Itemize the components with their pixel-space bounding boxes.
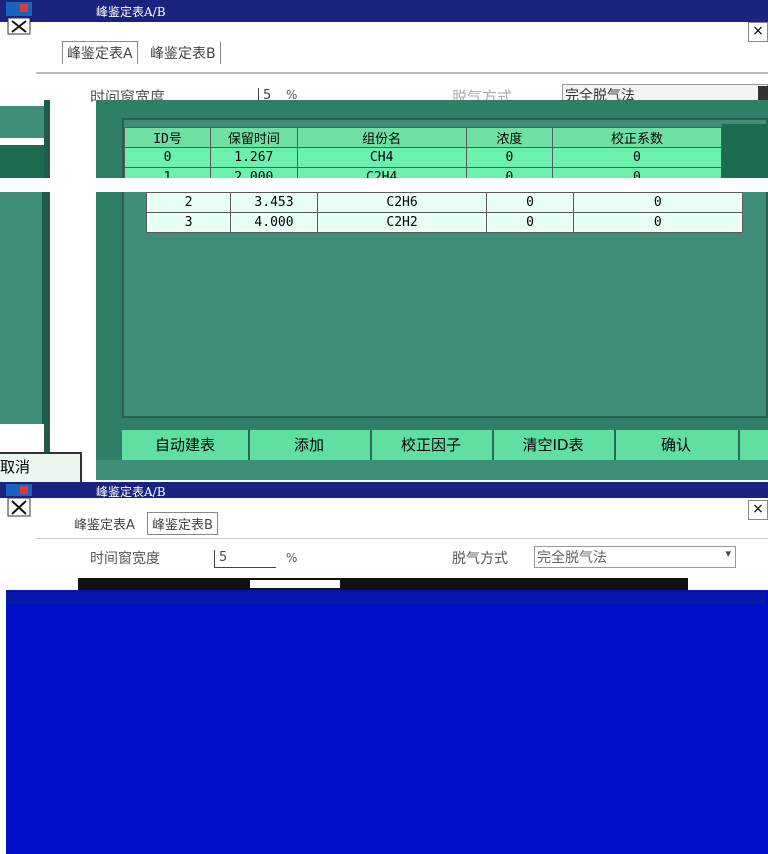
cell-time: 3.453: [230, 192, 318, 213]
render-artifact-strip: [250, 580, 340, 588]
chevron-down-icon[interactable]: ▾: [725, 547, 731, 560]
close-icon[interactable]: ×: [748, 500, 768, 520]
col-header-coef[interactable]: 校正系数: [551, 127, 723, 148]
clear-id-table-button[interactable]: 清空ID表: [492, 430, 616, 460]
col-header-id[interactable]: ID号: [123, 127, 212, 148]
cell-id: 0: [123, 147, 212, 168]
auto-build-button[interactable]: 自动建表: [122, 430, 250, 460]
tab-peak-table-b[interactable]: 峰鉴定表B: [146, 42, 221, 64]
time-window-unit: %: [286, 551, 298, 565]
cell-coef: 0: [572, 192, 744, 213]
blue-overlay: [6, 590, 768, 854]
tab-bar: 峰鉴定表A 峰鉴定表B: [62, 41, 225, 64]
degas-label: 脱气方式: [452, 551, 508, 567]
cell-time: 4.000: [230, 212, 318, 233]
tab-peak-table-b[interactable]: 峰鉴定表B: [147, 512, 218, 535]
col-header-time[interactable]: 保留时间: [210, 127, 298, 148]
cell-conc: 0: [486, 212, 574, 233]
overlay-row-band: [6, 592, 766, 604]
cell-id: 2: [145, 192, 232, 213]
title-bar-2: 峰鉴定表A/B: [0, 482, 768, 499]
col-header-conc[interactable]: 浓度: [465, 127, 553, 148]
time-window-input[interactable]: 5: [214, 550, 276, 568]
cancel-button-label: 取消: [0, 458, 31, 476]
grid-footer: [96, 460, 768, 480]
peak-table-lower: 2 3.453 C2H6 0 0 3 4.000 C2H2 0 0: [145, 192, 744, 233]
window-title-2: 峰鉴定表A/B: [96, 485, 166, 499]
left-panel-mid: [0, 145, 44, 179]
tab-peak-table-a[interactable]: 峰鉴定表A: [62, 41, 138, 64]
render-artifact-strip: [78, 578, 688, 590]
left-panel-top: [0, 106, 44, 138]
cell-id: 3: [145, 212, 232, 233]
col-header-name[interactable]: 组份名: [296, 127, 467, 148]
close-icon[interactable]: ×: [748, 22, 768, 42]
tab-peak-table-a[interactable]: 峰鉴定表A: [70, 513, 139, 534]
app-icon: [6, 2, 32, 35]
cell-time: 1.267: [210, 147, 298, 168]
tab-bar-2: 峰鉴定表A 峰鉴定表B: [70, 512, 222, 535]
app-icon-2: [6, 484, 32, 517]
degas-select-value: 完全脱气法: [537, 550, 607, 566]
table-row[interactable]: 2 3.453 C2H6 0 0: [145, 192, 744, 213]
calibrate-button[interactable]: 校正因子: [370, 430, 494, 460]
table-row[interactable]: 0 1.267 CH4 0 0: [123, 147, 723, 168]
title-bar: 峰鉴定表A/B: [0, 0, 768, 22]
cell-coef: 0: [572, 212, 744, 233]
window-title: 峰鉴定表A/B: [96, 5, 166, 19]
table-row[interactable]: 3 4.000 C2H2 0 0: [145, 212, 744, 233]
add-button[interactable]: 添加: [248, 430, 372, 460]
cell-name: C2H2: [316, 212, 488, 233]
cancel-button[interactable]: 取消: [0, 452, 82, 482]
time-window-label: 时间窗宽度: [90, 551, 160, 567]
cell-conc: 0: [486, 192, 574, 213]
cell-name: CH4: [296, 147, 467, 168]
divider: [36, 538, 768, 539]
render-artifact-band: [0, 178, 768, 192]
cell-conc: 0: [465, 147, 553, 168]
degas-select[interactable]: 完全脱气法 ▾: [534, 546, 736, 568]
grid-scroll-area[interactable]: [722, 124, 768, 178]
left-border: [44, 100, 50, 480]
button-bar: 自动建表 添加 校正因子 清空ID表 确认: [122, 430, 768, 460]
cell-coef: 0: [551, 147, 723, 168]
cell-name: C2H6: [316, 192, 488, 213]
divider: [36, 72, 768, 74]
left-panel-body: [0, 178, 44, 424]
confirm-button[interactable]: 确认: [614, 430, 740, 460]
